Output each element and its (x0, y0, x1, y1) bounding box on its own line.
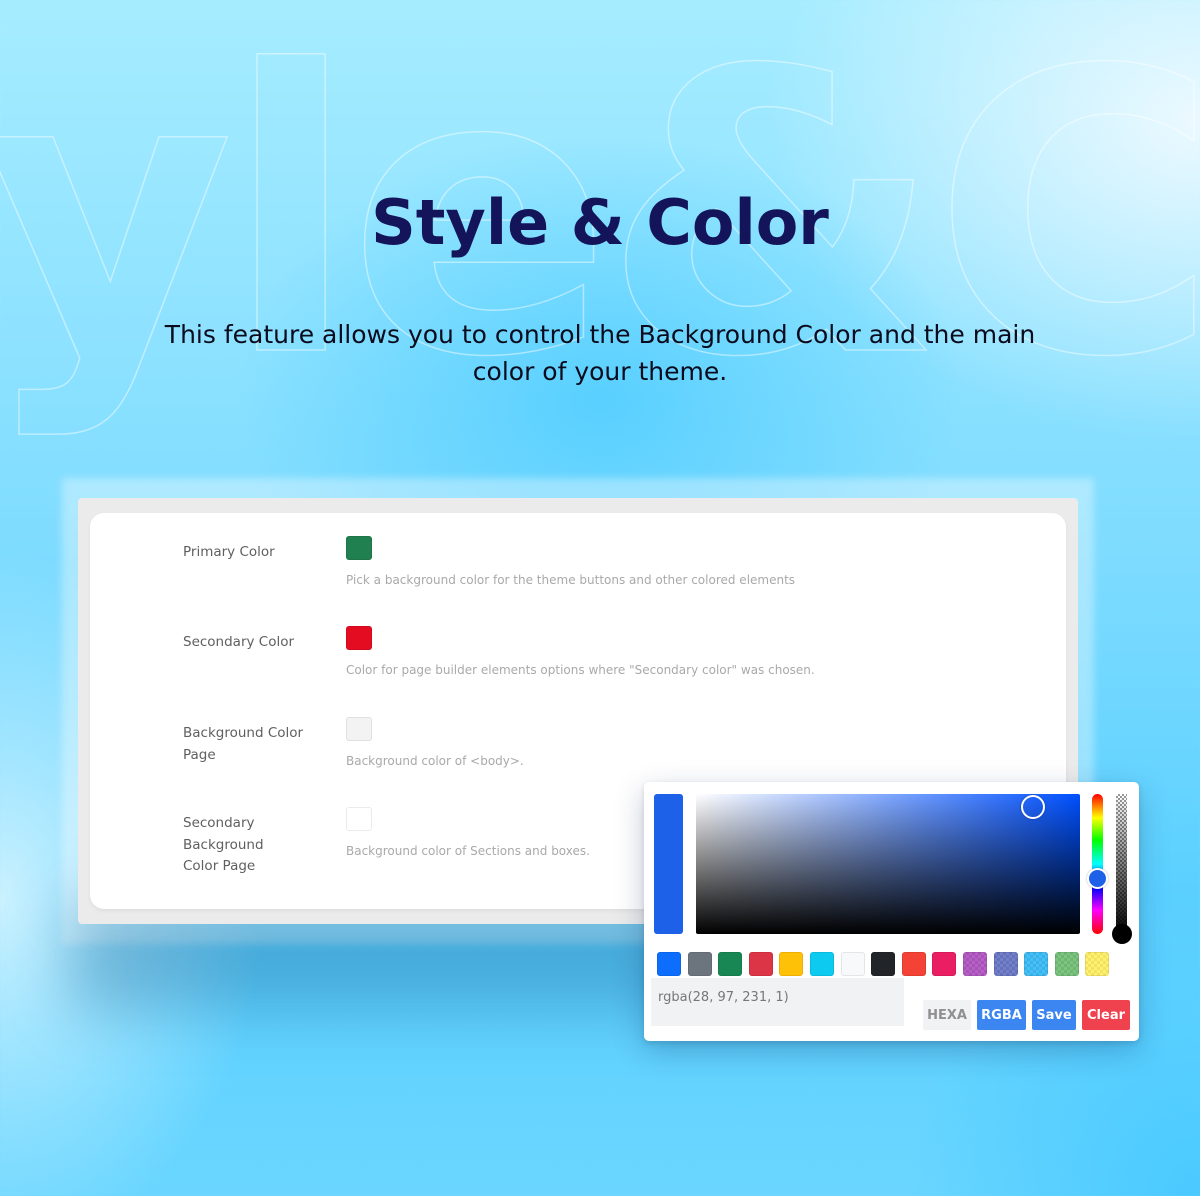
saturation-handle[interactable] (1021, 795, 1045, 819)
swatch-indigo[interactable] (993, 952, 1018, 976)
primary-color-swatch[interactable] (346, 536, 372, 560)
swatch-purple[interactable] (962, 952, 987, 976)
setting-label: Secondary Color (183, 634, 295, 650)
swatch-light[interactable] (840, 952, 865, 976)
opacity-slider-handle[interactable] (1112, 924, 1132, 944)
saturation-value-area[interactable] (696, 794, 1080, 934)
setting-label: Secondary Background Color Page (183, 815, 264, 874)
secondary-color-swatch[interactable] (346, 626, 372, 650)
rgba-mode-button[interactable]: RGBA (977, 1000, 1026, 1030)
setting-description: Pick a background color for the theme bu… (346, 573, 796, 587)
hue-slider-handle[interactable] (1087, 868, 1108, 889)
color-picker-popup: HEXA RGBA Save Clear (644, 782, 1139, 1041)
setting-label: Primary Color (183, 544, 275, 560)
swatch-pink[interactable] (932, 952, 957, 976)
swatch-cyan[interactable] (809, 952, 834, 976)
secondary-background-color-swatch[interactable] (346, 807, 372, 831)
swatch-light-green[interactable] (1054, 952, 1079, 976)
swatch-light-blue[interactable] (1024, 952, 1049, 976)
setting-description: Background color of <body>. (346, 754, 524, 768)
swatch-blue[interactable] (657, 952, 681, 976)
swatch-gray[interactable] (687, 952, 712, 976)
page-title: Style & Color (371, 186, 829, 259)
preset-swatches (657, 952, 1110, 976)
setting-label: Background Color Page (183, 725, 304, 763)
swatch-orange-red[interactable] (901, 952, 926, 976)
current-color-preview (654, 794, 683, 934)
background-color-swatch[interactable] (346, 717, 372, 741)
hue-slider[interactable] (1092, 794, 1103, 934)
swatch-dark[interactable] (871, 952, 896, 976)
hexa-mode-button[interactable]: HEXA (923, 1000, 971, 1030)
opacity-slider[interactable] (1116, 794, 1127, 934)
save-button[interactable]: Save (1032, 1000, 1076, 1030)
setting-description: Background color of Sections and boxes. (346, 844, 590, 858)
swatch-yellow[interactable] (1085, 952, 1110, 976)
color-value-input[interactable] (651, 978, 904, 1026)
clear-button[interactable]: Clear (1082, 1000, 1130, 1030)
swatch-red[interactable] (748, 952, 773, 976)
swatch-green[interactable] (718, 952, 743, 976)
setting-description: Color for page builder elements options … (346, 663, 815, 677)
page-subtitle: This feature allows you to control the B… (164, 320, 1036, 386)
swatch-amber[interactable] (779, 952, 804, 976)
